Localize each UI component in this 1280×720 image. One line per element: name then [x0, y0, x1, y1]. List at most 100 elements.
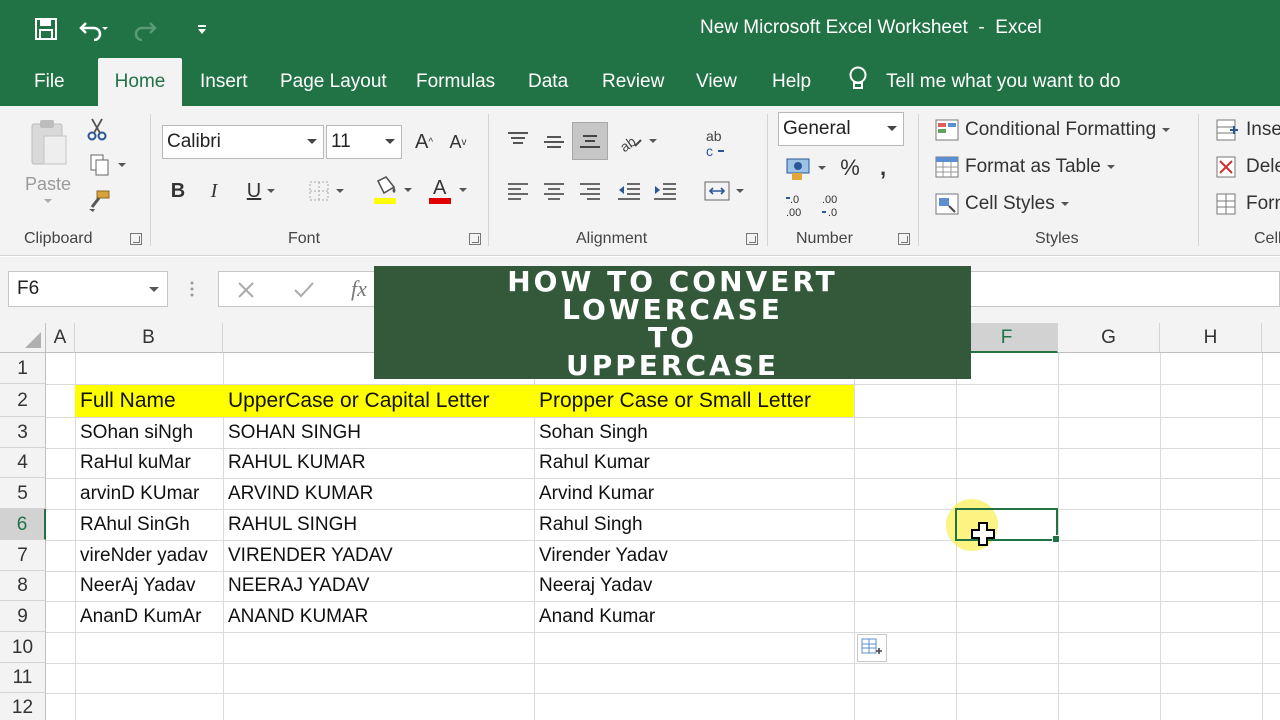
insert-function-icon[interactable]: fx [344, 275, 374, 303]
font-name-select[interactable]: Calibri [162, 125, 324, 159]
column-header-b[interactable]: B [75, 323, 223, 353]
row-header-11[interactable]: 11 [0, 663, 46, 693]
worksheet-grid[interactable]: A B F G H 1 2 3 4 5 6 7 8 9 10 11 12 Ful… [0, 323, 1280, 720]
number-launcher[interactable] [898, 233, 910, 245]
cut-icon[interactable] [84, 116, 110, 142]
column-header-f[interactable]: F [956, 323, 1058, 353]
tab-formulas[interactable]: Formulas [402, 58, 509, 106]
row-header-6[interactable]: 6 [0, 509, 46, 540]
align-right-icon[interactable] [576, 178, 604, 204]
tab-help[interactable]: Help [758, 58, 825, 106]
comma-style-icon[interactable]: , [872, 152, 894, 184]
paste-button[interactable]: Paste [22, 118, 74, 218]
font-launcher[interactable] [469, 233, 481, 245]
row-header-12[interactable]: 12 [0, 693, 46, 720]
cell-styles-button[interactable]: Cell Styles [935, 188, 1069, 220]
middle-align-icon[interactable] [540, 128, 568, 158]
column-header-i[interactable] [1262, 323, 1280, 353]
cell-d6[interactable]: Rahul Singh [534, 509, 643, 540]
cell-c9[interactable]: ANAND KUMAR [223, 601, 368, 632]
borders-icon[interactable] [300, 176, 352, 206]
cell-d7[interactable]: Virender Yadav [534, 540, 668, 571]
quick-analysis-icon[interactable] [857, 634, 887, 662]
cell-b3[interactable]: SOhan siNgh [75, 417, 193, 448]
accounting-format-icon[interactable] [782, 152, 830, 184]
cell-b8[interactable]: NeerAj Yadav [75, 571, 195, 601]
cell-b5[interactable]: arvinD KUmar [75, 478, 199, 509]
cell-d3[interactable]: Sohan Singh [534, 417, 648, 448]
cell-d4[interactable]: Rahul Kumar [534, 448, 650, 478]
cell-c8[interactable]: NEERAJ YADAV [223, 571, 370, 601]
row-header-10[interactable]: 10 [0, 632, 46, 663]
header-uppercase[interactable]: UpperCase or Capital Letter [223, 385, 534, 417]
tab-data[interactable]: Data [514, 58, 582, 106]
tab-review[interactable]: Review [588, 58, 678, 106]
delete-cells-button[interactable]: Dele [1216, 151, 1280, 183]
cell-d8[interactable]: Neeraj Yadav [534, 571, 652, 601]
number-format-select[interactable]: General [778, 112, 904, 146]
italic-icon[interactable]: I [200, 176, 228, 206]
decrease-decimal-icon[interactable]: .00.0 [818, 190, 848, 220]
tab-page-layout[interactable]: Page Layout [266, 58, 401, 106]
column-header-h[interactable]: H [1160, 323, 1262, 353]
header-full-name[interactable]: Full Name [75, 385, 223, 417]
cell-b6[interactable]: RAhul SinGh [75, 509, 190, 540]
decrease-indent-icon[interactable] [614, 178, 644, 204]
cell-d9[interactable]: Anand Kumar [534, 601, 655, 632]
column-header-g[interactable]: G [1058, 323, 1160, 353]
cell-c4[interactable]: RAHUL KUMAR [223, 448, 366, 478]
increase-font-icon[interactable]: A ^ [410, 128, 438, 156]
select-all-button[interactable] [0, 323, 46, 353]
cell-b9[interactable]: AnanD KumAr [75, 601, 201, 632]
enter-icon[interactable] [290, 277, 318, 303]
align-left-icon[interactable] [504, 178, 532, 204]
tab-insert[interactable]: Insert [186, 58, 262, 106]
column-header-a[interactable]: A [46, 323, 75, 353]
bottom-align-icon[interactable] [572, 122, 608, 160]
font-color-icon[interactable]: A [422, 172, 472, 208]
insert-cells-button[interactable]: Inse [1216, 114, 1280, 146]
name-box[interactable]: F6 [8, 271, 168, 307]
header-proper-case[interactable]: Propper Case or Small Letter [534, 385, 854, 417]
cell-c5[interactable]: ARVIND KUMAR [223, 478, 373, 509]
row-header-8[interactable]: 8 [0, 571, 46, 601]
row-header-9[interactable]: 9 [0, 601, 46, 632]
decrease-font-icon[interactable]: Av [444, 128, 472, 156]
cell-b4[interactable]: RaHul kuMar [75, 448, 191, 478]
clipboard-launcher[interactable] [130, 233, 142, 245]
cell-c7[interactable]: VIRENDER YADAV [223, 540, 393, 571]
format-as-table-button[interactable]: Format as Table [935, 151, 1115, 183]
cell-c3[interactable]: SOHAN SINGH [223, 417, 361, 448]
alignment-launcher[interactable] [746, 233, 758, 245]
font-size-select[interactable]: 11 [326, 125, 402, 159]
row-header-1[interactable]: 1 [0, 353, 46, 384]
top-align-icon[interactable] [504, 128, 532, 152]
tab-file[interactable]: File [20, 58, 79, 106]
redo-icon[interactable] [132, 14, 162, 44]
undo-icon[interactable] [78, 14, 108, 44]
wrap-text-icon[interactable]: ab c [698, 126, 732, 162]
percent-icon[interactable]: % [836, 152, 864, 184]
cell-d5[interactable]: Arvind Kumar [534, 478, 654, 509]
copy-icon[interactable] [84, 152, 130, 178]
cell-c6[interactable]: RAHUL SINGH [223, 509, 357, 540]
row-header-7[interactable]: 7 [0, 540, 46, 571]
customize-qat-icon[interactable] [196, 14, 208, 44]
save-icon[interactable] [34, 14, 58, 44]
row-header-4[interactable]: 4 [0, 448, 46, 478]
cancel-icon[interactable] [232, 277, 260, 303]
format-painter-icon[interactable] [84, 188, 114, 214]
tab-home[interactable]: Home [98, 58, 182, 106]
cell-b7[interactable]: vireNder yadav [75, 540, 208, 571]
row-header-2[interactable]: 2 [0, 384, 46, 417]
bold-icon[interactable]: B [164, 176, 192, 206]
align-center-icon[interactable] [540, 178, 568, 204]
tab-view[interactable]: View [682, 58, 751, 106]
increase-indent-icon[interactable] [650, 178, 680, 204]
row-header-5[interactable]: 5 [0, 478, 46, 509]
tell-me-search[interactable]: Tell me what you want to do [848, 58, 1120, 106]
orientation-icon[interactable]: ab [614, 126, 660, 156]
merge-center-icon[interactable] [698, 176, 750, 206]
format-cells-button[interactable]: Forn [1216, 188, 1280, 220]
row-header-3[interactable]: 3 [0, 417, 46, 448]
